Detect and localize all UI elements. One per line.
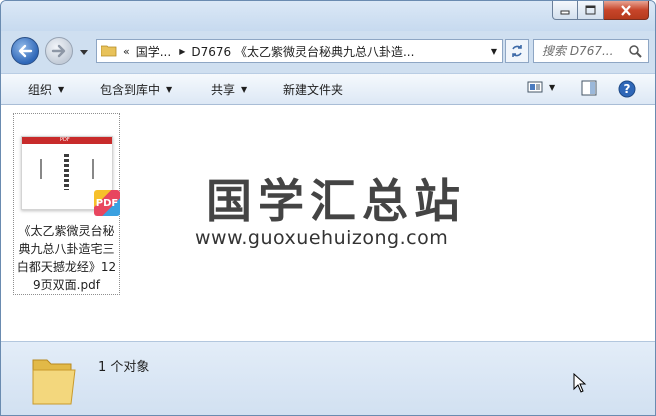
include-in-library-menu[interactable]: 包含到库中 ▼ bbox=[100, 81, 172, 98]
close-icon bbox=[621, 4, 631, 16]
forward-button[interactable] bbox=[45, 37, 73, 65]
item-count-text: 1 个对象 bbox=[98, 360, 150, 375]
address-history-dropdown-icon[interactable]: ▼ bbox=[491, 47, 497, 56]
svg-text:?: ? bbox=[624, 82, 631, 96]
minimize-button[interactable] bbox=[552, 1, 578, 20]
preview-pane-button[interactable] bbox=[581, 80, 597, 96]
pdf-badge-label: PDF bbox=[95, 197, 119, 209]
search-box[interactable] bbox=[533, 39, 649, 63]
thumbnail-mark bbox=[40, 159, 42, 179]
thumbnail-text-block bbox=[64, 154, 69, 190]
chevron-down-icon[interactable]: ▼ bbox=[549, 83, 555, 92]
help-button[interactable]: ? bbox=[618, 80, 636, 98]
pdf-file-icon: PDF bbox=[94, 190, 120, 216]
address-overflow-button[interactable]: « bbox=[123, 45, 130, 58]
include-library-label: 包含到库中 bbox=[100, 83, 161, 97]
breadcrumb-segment-root[interactable]: 国学... bbox=[136, 43, 171, 60]
organize-menu[interactable]: 组织 ▼ bbox=[28, 81, 64, 98]
details-pane: 1 个对象 bbox=[1, 341, 655, 415]
refresh-icon bbox=[512, 45, 522, 57]
file-item-pdf[interactable]: PDF PDF 《太乙紫微灵台秘典九总八卦造宅三白都天撼龙经》129页双面.pd… bbox=[13, 113, 120, 295]
file-name-label[interactable]: 《太乙紫微灵台秘典九总八卦造宅三白都天撼龙经》129页双面.pdf bbox=[14, 222, 119, 294]
maximize-button[interactable] bbox=[578, 1, 604, 20]
minimize-icon bbox=[560, 10, 570, 15]
watermark-url: www.guoxuehuizong.com bbox=[195, 227, 449, 249]
folder-icon bbox=[101, 45, 117, 57]
chevron-down-icon bbox=[80, 49, 88, 55]
file-list-pane[interactable]: PDF PDF 《太乙紫微灵台秘典九总八卦造宅三白都天撼龙经》129页双面.pd… bbox=[1, 105, 655, 341]
breadcrumb-separator-icon[interactable]: ▶ bbox=[179, 47, 185, 56]
share-label: 共享 bbox=[211, 83, 236, 97]
change-view-button[interactable]: ▼ bbox=[527, 80, 555, 94]
folder-icon bbox=[32, 359, 76, 405]
search-icon[interactable] bbox=[629, 45, 642, 58]
command-bar: 组织 ▼ 包含到库中 ▼ 共享 ▼ 新建文件夹 ▼ ? bbox=[1, 73, 655, 105]
mouse-cursor-icon bbox=[573, 373, 587, 393]
search-input[interactable] bbox=[542, 44, 628, 58]
address-bar-row: « 国学... ▶ D7676 《太乙紫微灵台秘典九总八卦造... ▼ bbox=[1, 31, 655, 71]
new-folder-label: 新建文件夹 bbox=[283, 83, 344, 97]
explorer-window: « 国学... ▶ D7676 《太乙紫微灵台秘典九总八卦造... ▼ 组织 ▼… bbox=[0, 0, 656, 416]
chevron-down-icon: ▼ bbox=[241, 85, 248, 94]
organize-label: 组织 bbox=[28, 83, 53, 97]
view-options-icon bbox=[527, 81, 543, 93]
share-menu[interactable]: 共享 ▼ bbox=[211, 81, 247, 98]
close-button[interactable] bbox=[604, 1, 649, 20]
watermark-title: 国学汇总站 bbox=[206, 174, 466, 228]
title-bar[interactable] bbox=[1, 1, 655, 31]
maximize-icon bbox=[585, 5, 596, 15]
back-button[interactable] bbox=[11, 37, 39, 65]
back-arrow-icon bbox=[18, 44, 33, 58]
window-controls bbox=[552, 1, 649, 20]
help-icon: ? bbox=[618, 80, 636, 98]
chevron-down-icon: ▼ bbox=[58, 85, 65, 94]
address-bar[interactable]: « 国学... ▶ D7676 《太乙紫微灵台秘典九总八卦造... ▼ bbox=[96, 39, 503, 63]
refresh-button[interactable] bbox=[505, 39, 529, 63]
thumbnail-header: PDF bbox=[22, 137, 112, 144]
breadcrumb-segment-current[interactable]: D7676 《太乙紫微灵台秘典九总八卦造... bbox=[191, 43, 414, 60]
new-folder-button[interactable]: 新建文件夹 bbox=[283, 81, 343, 98]
chevron-down-icon: ▼ bbox=[166, 85, 173, 94]
thumbnail-mark bbox=[92, 159, 94, 179]
forward-arrow-icon bbox=[51, 44, 66, 58]
preview-pane-icon bbox=[581, 80, 597, 96]
recent-pages-dropdown[interactable] bbox=[79, 47, 89, 57]
thumbnail-header-label: PDF bbox=[60, 137, 70, 143]
